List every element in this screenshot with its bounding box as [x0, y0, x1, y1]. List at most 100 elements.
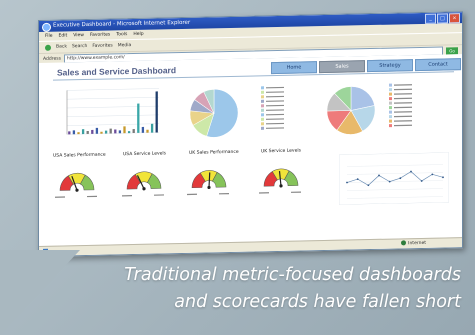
gauges: [55, 168, 301, 198]
legend-text-line: [394, 84, 412, 86]
legend-text-line: [266, 127, 284, 129]
address-label: Address: [43, 56, 61, 62]
bar: [118, 130, 122, 134]
legend-swatch: [389, 97, 392, 101]
gauge-title-uk-sales: UK Sales Performance: [189, 149, 239, 156]
legend-swatch: [261, 104, 264, 108]
bar: [72, 130, 76, 135]
bar: [132, 129, 135, 134]
search-button[interactable]: Search: [72, 41, 87, 52]
legend-swatch: [261, 108, 264, 112]
maximize-button[interactable]: □: [437, 13, 448, 24]
legend-swatch: [261, 95, 264, 99]
legend-text-line: [394, 124, 412, 127]
legend-text-line: [394, 106, 412, 109]
back-icon[interactable]: [45, 44, 51, 51]
pie-chart-1-legend: [261, 86, 284, 130]
legend-text-line: [266, 91, 284, 93]
caption-line-2: and scorecards have fallen short: [174, 292, 461, 312]
legend-swatch: [261, 113, 264, 117]
page-content: Sales and Service Dashboard Home Sales S…: [39, 54, 462, 247]
pie-chart-2: [326, 83, 412, 135]
bar: [137, 103, 140, 133]
legend-text-line: [266, 113, 284, 116]
bar: [95, 127, 99, 134]
legend-swatch: [389, 92, 392, 96]
globe-icon: [401, 240, 407, 246]
legend-text-line: [266, 122, 284, 125]
gauge-row: [55, 168, 301, 198]
legend-swatch: [261, 117, 264, 121]
close-button[interactable]: ×: [449, 13, 460, 24]
menu-favorites[interactable]: Favorites: [90, 30, 110, 39]
legend-swatch: [261, 99, 264, 103]
bar: [104, 130, 108, 134]
bar: [68, 131, 71, 135]
legend-swatch: [389, 101, 392, 105]
legend-swatch: [389, 110, 392, 114]
legend-swatch: [389, 106, 392, 110]
menu-file[interactable]: File: [45, 32, 53, 41]
media-button[interactable]: Media: [118, 40, 132, 51]
legend-text-line: [394, 102, 412, 104]
page-title: Sales and Service Dashboard: [57, 65, 177, 78]
legend-text-line: [394, 88, 412, 91]
gauge-title-uk-service: UK Service Levels: [261, 148, 301, 155]
gauge-min-label: [259, 192, 269, 194]
bar: [81, 129, 85, 135]
legend-text-line: [266, 118, 284, 120]
legend-text-line: [266, 95, 284, 98]
legend-text-line: [394, 93, 412, 95]
gauge-max-label: [291, 191, 301, 193]
legend-text-line: [266, 86, 284, 89]
legend-text-line: [394, 115, 412, 118]
bar: [150, 123, 154, 133]
pie-chart-1-slices: [189, 89, 239, 138]
legend-text-line: [394, 97, 412, 100]
gauge-hub: [279, 184, 283, 188]
gauge-title-usa-service: USA Service Levels: [123, 151, 167, 158]
nav-home[interactable]: Home: [271, 61, 317, 75]
zone-label: Internet: [408, 240, 426, 247]
bar: [114, 129, 117, 134]
bar: [141, 126, 145, 133]
bar-chart: [53, 82, 165, 141]
legend-text-line: [266, 109, 284, 111]
bar: [123, 126, 126, 134]
caption-line-1: Traditional metric-focused dashboards: [124, 265, 461, 285]
legend-swatch: [389, 119, 392, 123]
nav-contact[interactable]: Contact: [415, 58, 461, 72]
gauge-min-label: [122, 195, 132, 197]
caption: Traditional metric-focused dashboards an…: [1, 262, 461, 316]
go-button[interactable]: Go: [446, 46, 458, 54]
back-button[interactable]: Back: [56, 41, 67, 52]
legend-swatch: [261, 86, 264, 90]
menu-tools[interactable]: Tools: [116, 30, 127, 39]
gauge-max-label: [154, 194, 164, 196]
gauge-min-label: [187, 193, 197, 196]
nav-strategy[interactable]: Strategy: [367, 59, 413, 73]
legend-swatch: [261, 126, 264, 130]
gauge-max-label: [219, 192, 229, 195]
menu-view[interactable]: View: [73, 31, 84, 40]
minimize-button[interactable]: _: [425, 13, 436, 24]
menu-edit[interactable]: Edit: [59, 31, 68, 40]
menu-help[interactable]: Help: [133, 30, 143, 39]
legend-text-line: [266, 100, 284, 102]
bar: [155, 91, 158, 133]
pie-chart-1: [189, 86, 284, 138]
bar: [91, 129, 94, 134]
bar: [77, 132, 80, 135]
gauge-needle: [208, 172, 211, 188]
favorites-button[interactable]: Favorites: [92, 40, 112, 51]
legend-swatch: [389, 115, 392, 119]
gauge-title-usa-sales: USA Sales Performance: [53, 152, 106, 159]
legend-swatch: [261, 122, 264, 126]
gauge-hub: [207, 185, 211, 190]
legend-text-line: [266, 104, 284, 107]
bar: [146, 129, 149, 133]
legend-swatch: [261, 90, 264, 94]
nav-sales[interactable]: Sales: [319, 60, 365, 74]
window-title: Executive Dashboard - Microsoft Internet…: [53, 19, 191, 29]
legend-swatch: [389, 88, 392, 92]
